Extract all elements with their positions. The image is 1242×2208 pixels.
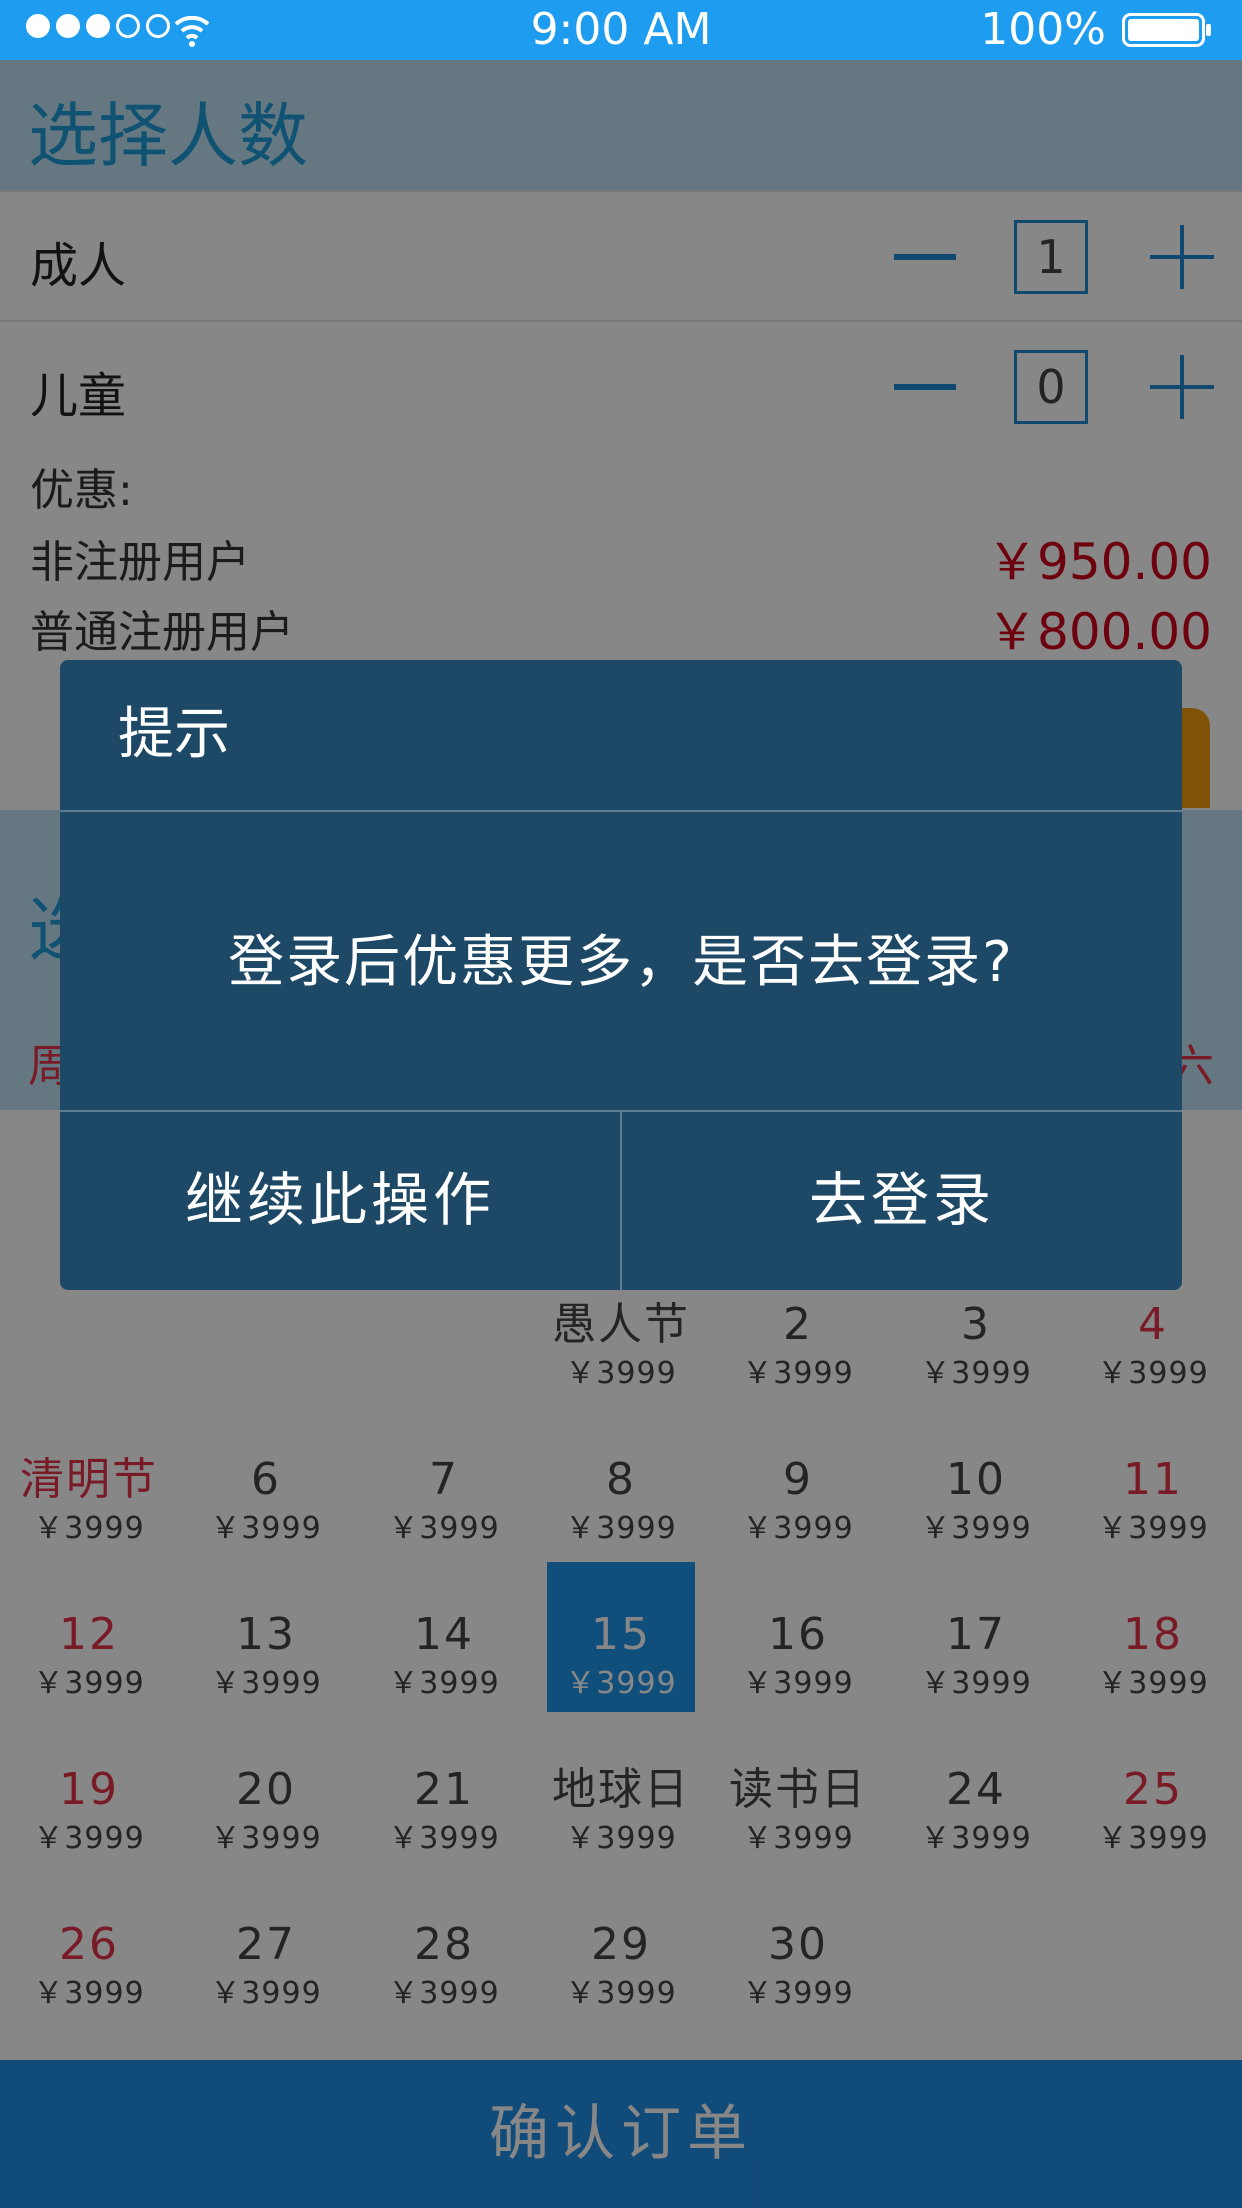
go-login-button[interactable]: 去登录	[622, 1110, 1182, 1290]
login-prompt-dialog: 提示 登录后优惠更多，是否去登录? 继续此操作 去登录	[60, 660, 1182, 1290]
battery-percent: 100%	[980, 4, 1106, 55]
continue-button[interactable]: 继续此操作	[60, 1110, 620, 1290]
dialog-title: 提示	[118, 702, 230, 767]
dialog-message: 登录后优惠更多，是否去登录?	[228, 930, 1014, 995]
dialog-divider	[60, 810, 1182, 812]
status-bar: 9:00 AM 100%	[0, 0, 1242, 60]
battery-icon	[1122, 13, 1211, 47]
